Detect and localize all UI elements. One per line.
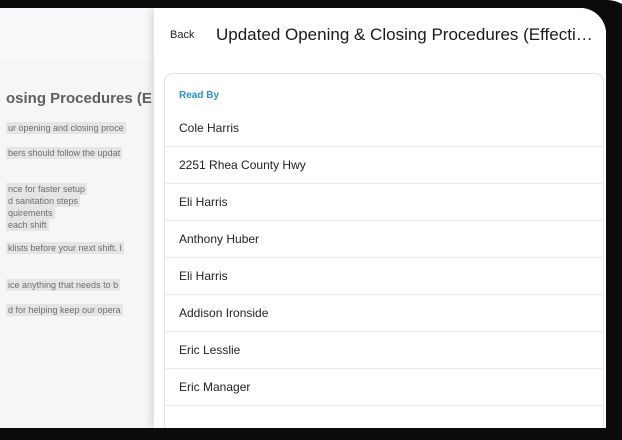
list-item[interactable]: 2251 Rhea County Hwy xyxy=(165,147,603,184)
read-by-card: Read By Cole Harris 2251 Rhea County Hwy… xyxy=(164,73,604,428)
back-button[interactable]: Back xyxy=(170,29,194,41)
list-item[interactable]: Addison Ironside xyxy=(165,295,603,332)
list-item[interactable]: Eli Harris xyxy=(165,258,603,295)
list-item[interactable]: Anthony Huber xyxy=(165,221,603,258)
read-by-header: Read By xyxy=(179,90,220,101)
list-item[interactable]: Eric Lesslie xyxy=(165,332,603,369)
sheet-title: Updated Opening & Closing Procedures (Ef… xyxy=(216,25,596,44)
sheet-header: Back Updated Opening & Closing Procedure… xyxy=(154,8,606,60)
background-dim-overlay xyxy=(0,8,170,428)
read-by-sheet: Back Updated Opening & Closing Procedure… xyxy=(154,8,606,428)
read-by-list: Cole Harris 2251 Rhea County Hwy Eli Har… xyxy=(165,110,603,406)
list-item[interactable]: Cole Harris xyxy=(165,110,603,147)
list-item[interactable]: Eli Harris xyxy=(165,184,603,221)
list-item[interactable]: Eric Manager xyxy=(165,369,603,406)
device-frame: osing Procedures (E ur opening and closi… xyxy=(0,0,622,440)
device-screen: osing Procedures (E ur opening and closi… xyxy=(0,8,606,428)
